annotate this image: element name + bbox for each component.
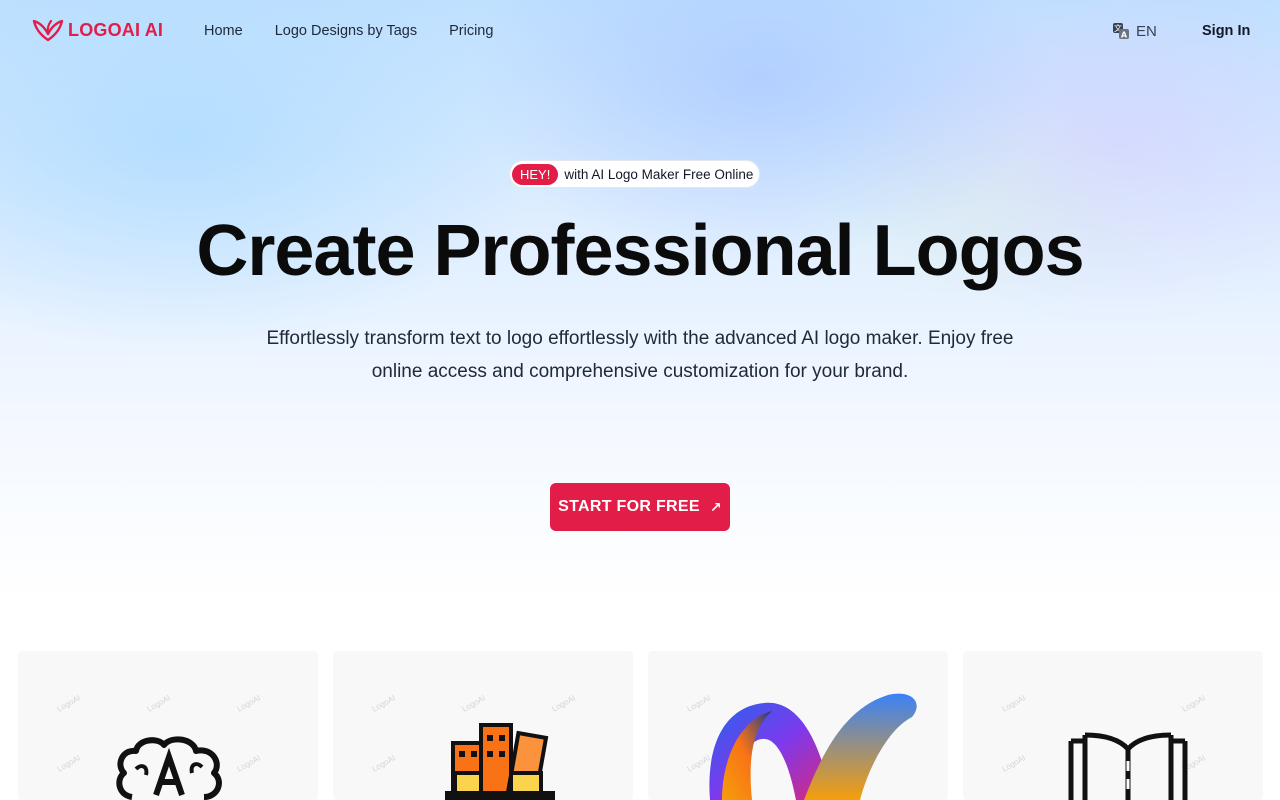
nav-logo-designs-by-tags[interactable]: Logo Designs by Tags [275,23,417,39]
badge-text: with AI Logo Maker Free Online [564,166,754,182]
buildings-logo [445,723,555,800]
nav-home[interactable]: Home [204,23,243,39]
arrow-up-right-icon: ↗ [709,498,722,515]
sign-in-link[interactable]: Sign In [1202,23,1250,39]
gallery-card-buildings[interactable]: LogoAI LogoAI LogoAI LogoAI [333,651,633,800]
main-nav: Home Logo Designs by Tags Pricing [204,23,493,39]
start-for-free-button[interactable]: START FOR FREE ↗ [550,483,730,531]
brand-logo-icon [32,19,64,42]
cta-label: START FOR FREE [558,498,700,515]
watermark: LogoAI [55,693,82,714]
nav-pricing[interactable]: Pricing [449,23,493,39]
watermark: LogoAI [550,693,577,714]
watermark: LogoAI [235,753,262,774]
gallery-card-brain[interactable]: LogoAI LogoAI LogoAI LogoAI LogoAI [18,651,318,800]
watermark: LogoAI [370,753,397,774]
watermark: LogoAI [1000,693,1027,714]
watermark: LogoAI [460,693,487,714]
watermark: LogoAI [1000,753,1027,774]
letter-n-gradient-logo [709,693,917,800]
top-nav: LOGOAI AI Home Logo Designs by Tags Pric… [0,0,1280,64]
hero-title: Create Professional Logos [196,211,1084,291]
watermark: LogoAI [235,693,262,714]
logo-gallery: LogoAI LogoAI LogoAI LogoAI LogoAI LogoA… [18,651,1263,800]
badge-pill: HEY! [512,163,559,185]
hero-badge: HEY! with AI Logo Maker Free Online [509,160,761,188]
language-icon: 文 A [1113,23,1129,40]
brand-logo-link[interactable]: LOGOAI AI [32,18,163,42]
language-label: EN [1136,22,1157,40]
svg-text:A: A [1121,31,1128,40]
open-book-logo [1068,732,1188,800]
watermark: LogoAI [145,693,172,714]
brand-name: LOGOAI AI [68,19,164,40]
brain-letter-a-logo [116,736,222,800]
watermark: LogoAI [55,753,82,774]
watermark: LogoAI [370,693,397,714]
watermark: LogoAI [1180,693,1207,714]
gallery-card-book[interactable]: LogoAI LogoAI LogoAI LogoAI [963,651,1263,800]
hero-subtitle: Effortlessly transform text to logo effo… [266,328,1014,382]
language-selector[interactable]: 文 A EN [1112,22,1157,40]
gallery-card-letter-n[interactable]: LogoAI LogoAI LogoAI [648,651,948,800]
